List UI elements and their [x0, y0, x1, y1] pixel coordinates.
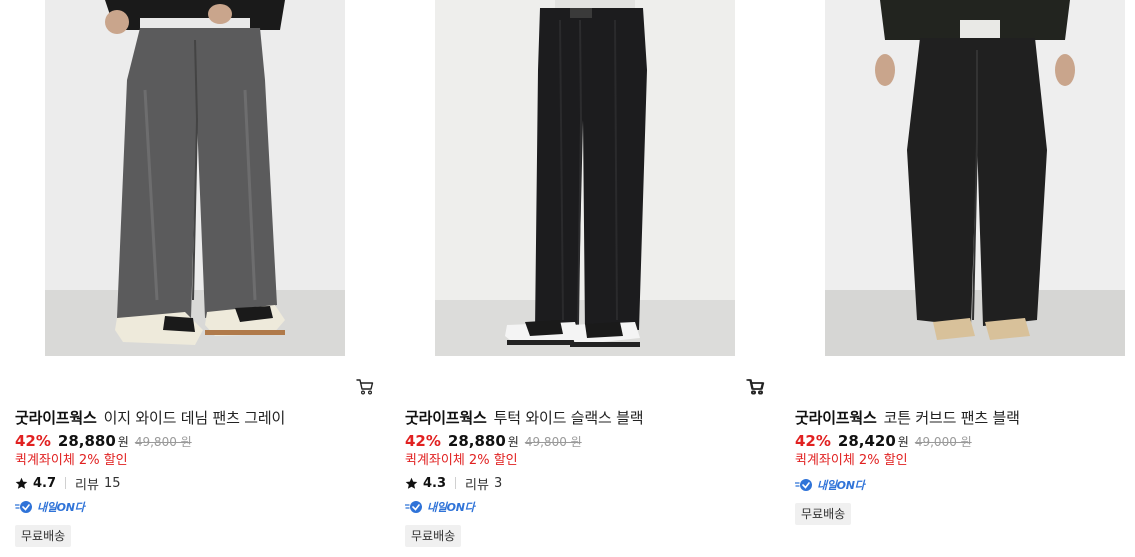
rating-row: 4.3 리뷰 3 — [405, 474, 503, 493]
discount-rate: 42% — [795, 432, 831, 450]
product-image[interactable] — [825, 0, 1125, 356]
brand-name[interactable]: 굿라이프웍스 — [795, 409, 877, 427]
divider — [65, 477, 67, 489]
rating-value: 4.3 — [423, 475, 447, 491]
add-to-cart-button[interactable] — [356, 378, 374, 396]
review-label: 리뷰 — [465, 477, 489, 493]
star-icon — [15, 477, 28, 490]
free-shipping-tag: 무료배송 — [405, 525, 462, 547]
promo-text: 퀵계좌이체 2% 할인 — [795, 453, 908, 468]
cart-icon — [356, 379, 374, 395]
product-image[interactable] — [45, 0, 345, 356]
original-price: 49,000 원 — [914, 435, 972, 449]
review-label: 리뷰 — [75, 477, 99, 493]
price-row: 42% 28,880 원 49,800 원 — [405, 432, 582, 452]
original-price: 49,800 원 — [524, 435, 582, 449]
product-name[interactable]: 이지 와이드 데님 팬츠 그레이 — [104, 409, 286, 427]
cotton-curved-pants-photo-icon — [825, 0, 1125, 356]
delivery-badge-text: 내일ON다 — [427, 501, 475, 514]
sale-price: 28,880 — [57, 432, 116, 450]
promo-text: 퀵계좌이체 2% 할인 — [15, 453, 128, 468]
price-row: 42% 28,880 원 49,800 원 — [15, 432, 192, 452]
delivery-badge-text: 내일ON다 — [817, 479, 865, 492]
currency-label: 원 — [507, 435, 519, 449]
rating-value: 4.7 — [33, 475, 57, 491]
currency-label: 원 — [897, 435, 909, 449]
delivery-badge: 내일ON다 — [405, 499, 475, 515]
product-title[interactable]: 굿라이프웍스 코튼 커브드 팬츠 블랙 — [795, 408, 1020, 428]
sale-price: 28,880 — [447, 432, 506, 450]
cart-icon — [747, 379, 765, 395]
product-grid: 굿라이프웍스 이지 와이드 데님 팬츠 그레이 42% 28,880 원 49,8… — [0, 0, 1135, 557]
product-title[interactable]: 굿라이프웍스 이지 와이드 데님 팬츠 그레이 — [15, 408, 285, 428]
discount-rate: 42% — [405, 432, 441, 450]
brand-name[interactable]: 굿라이프웍스 — [405, 409, 487, 427]
free-shipping-tag: 무료배송 — [795, 503, 852, 525]
free-shipping-tag: 무료배송 — [15, 525, 72, 547]
discount-rate: 42% — [15, 432, 51, 450]
product-name[interactable]: 투턱 와이드 슬랙스 블랙 — [494, 409, 644, 427]
product-card[interactable]: 굿라이프웍스 이지 와이드 데님 팬츠 그레이 42% 28,880 원 49,8… — [15, 0, 375, 557]
product-card[interactable]: 굿라이프웍스 코튼 커브드 팬츠 블랙 42% 28,420 원 49,000 원… — [747, 0, 1135, 557]
rating-row: 4.7 리뷰 15 — [15, 474, 121, 493]
currency-label: 원 — [117, 435, 129, 449]
price-row: 42% 28,420 원 49,000 원 — [795, 432, 972, 452]
add-to-cart-button[interactable] — [747, 378, 765, 396]
two-tuck-slacks-photo-icon — [435, 0, 735, 356]
delivery-truck-icon — [795, 479, 812, 491]
sale-price: 28,420 — [837, 432, 896, 450]
delivery-badge: 내일ON다 — [15, 499, 85, 515]
delivery-badge-text: 내일ON다 — [37, 501, 85, 514]
delivery-truck-icon — [405, 501, 422, 513]
star-icon — [405, 477, 418, 490]
product-title[interactable]: 굿라이프웍스 투턱 와이드 슬랙스 블랙 — [405, 408, 644, 428]
product-image[interactable] — [435, 0, 735, 356]
delivery-truck-icon — [15, 501, 32, 513]
original-price: 49,800 원 — [134, 435, 192, 449]
product-name[interactable]: 코튼 커브드 팬츠 블랙 — [884, 409, 1020, 427]
wide-denim-pants-photo-icon — [45, 0, 345, 356]
product-card[interactable]: 굿라이프웍스 투턱 와이드 슬랙스 블랙 42% 28,880 원 49,800 … — [405, 0, 765, 557]
divider — [455, 477, 457, 489]
promo-text: 퀵계좌이체 2% 할인 — [405, 453, 518, 468]
brand-name[interactable]: 굿라이프웍스 — [15, 409, 97, 427]
review-count: 3 — [493, 475, 503, 491]
delivery-badge: 내일ON다 — [795, 477, 865, 493]
review-count: 15 — [103, 475, 121, 491]
